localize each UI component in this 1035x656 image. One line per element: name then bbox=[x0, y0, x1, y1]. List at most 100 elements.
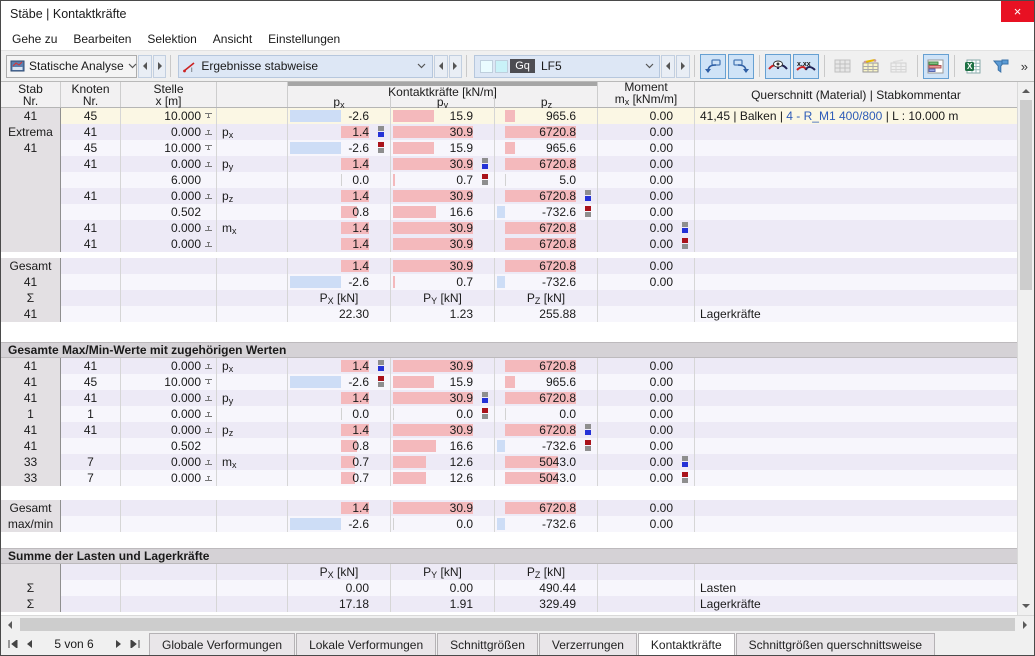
tab-schnittgroeßen[interactable]: Schnittgrößen bbox=[437, 633, 538, 655]
cell-stelle-x[interactable]: 0.000 bbox=[121, 454, 217, 470]
cell-stelle-x[interactable] bbox=[121, 290, 217, 306]
cell-knoten-nr[interactable]: 41 bbox=[61, 422, 121, 438]
loadcase-prev-button[interactable] bbox=[661, 54, 676, 78]
cell-px[interactable]: 1.4 bbox=[288, 358, 391, 374]
cell-px[interactable]: 1.4 bbox=[288, 258, 391, 274]
header-knoten-nr[interactable]: Knoten Nr. bbox=[61, 82, 121, 107]
cell-comment[interactable] bbox=[695, 516, 1017, 532]
cell-py[interactable]: 0.0 bbox=[391, 516, 495, 532]
chevron-down-icon[interactable] bbox=[415, 59, 429, 73]
cell-component-label[interactable] bbox=[217, 172, 288, 188]
cell-mx[interactable]: 0.00 bbox=[598, 454, 695, 470]
cell-component-label[interactable] bbox=[217, 516, 288, 532]
cell-comment[interactable]: Lagerkräfte bbox=[695, 306, 1017, 322]
cell-comment[interactable] bbox=[695, 204, 1017, 220]
cell-px[interactable]: 1.4 bbox=[288, 500, 391, 516]
cell-stab-nr[interactable]: 41 bbox=[1, 306, 61, 322]
cell-stelle-x[interactable]: 0.502 bbox=[121, 204, 217, 220]
cell-pz[interactable]: 6720.8 bbox=[495, 422, 598, 438]
cell-py[interactable]: 30.9 bbox=[391, 390, 495, 406]
cell-comment[interactable]: Lagerkräfte bbox=[695, 596, 1017, 612]
cell-component-label[interactable]: px bbox=[217, 124, 288, 140]
cell-py[interactable]: 1.91 bbox=[391, 596, 495, 612]
cell-stelle-x[interactable]: 0.000 bbox=[121, 406, 217, 422]
cell-stelle-x[interactable] bbox=[121, 274, 217, 290]
header-pz[interactable]: pz bbox=[495, 95, 598, 110]
cell-comment[interactable]: Lasten bbox=[695, 580, 1017, 596]
cell-stab-nr[interactable]: 41 bbox=[1, 358, 61, 374]
header-px[interactable]: px bbox=[288, 95, 391, 110]
cell-pz[interactable]: 965.6 bbox=[495, 140, 598, 156]
cell-pz[interactable]: 965.6 bbox=[495, 374, 598, 390]
cell-mx[interactable]: 0.00 bbox=[598, 156, 695, 172]
cell-mx[interactable] bbox=[598, 596, 695, 612]
cell-stab-nr[interactable]: Σ bbox=[1, 580, 61, 596]
cell-py[interactable]: 16.6 bbox=[391, 204, 495, 220]
cell-knoten-nr[interactable]: 7 bbox=[61, 454, 121, 470]
cell-stab-nr[interactable]: Σ bbox=[1, 290, 61, 306]
cell-stab-nr[interactable]: 41 bbox=[1, 274, 61, 290]
cell-mx[interactable]: 0.00 bbox=[598, 236, 695, 252]
cell-py[interactable]: 30.9 bbox=[391, 220, 495, 236]
cell-component-label[interactable] bbox=[217, 406, 288, 422]
cell-comment[interactable] bbox=[695, 156, 1017, 172]
cell-pz[interactable]: PZ [kN] bbox=[495, 290, 598, 306]
cell-px[interactable]: -2.6 bbox=[288, 140, 391, 156]
cell-mx[interactable]: 0.00 bbox=[598, 172, 695, 188]
cell-component-label[interactable] bbox=[217, 140, 288, 156]
cell-mx[interactable]: 0.00 bbox=[598, 258, 695, 274]
cell-pz[interactable]: 5043.0 bbox=[495, 470, 598, 486]
cell-component-label[interactable]: mx bbox=[217, 454, 288, 470]
cell-mx[interactable] bbox=[598, 306, 695, 322]
cell-stab-nr[interactable] bbox=[1, 236, 61, 252]
cell-knoten-nr[interactable] bbox=[61, 274, 121, 290]
cell-py[interactable]: 12.6 bbox=[391, 454, 495, 470]
cell-py[interactable]: PY [kN] bbox=[391, 564, 495, 580]
scroll-left-icon[interactable] bbox=[1, 616, 18, 633]
cell-stelle-x[interactable] bbox=[121, 258, 217, 274]
cell-py[interactable]: 30.9 bbox=[391, 188, 495, 204]
cell-pz[interactable]: -732.6 bbox=[495, 438, 598, 454]
cell-knoten-nr[interactable] bbox=[61, 500, 121, 516]
cell-knoten-nr[interactable]: 41 bbox=[61, 236, 121, 252]
cell-pz[interactable]: 6720.8 bbox=[495, 358, 598, 374]
cell-mx[interactable] bbox=[598, 290, 695, 306]
cell-component-label[interactable] bbox=[217, 374, 288, 390]
cell-px[interactable]: 0.7 bbox=[288, 454, 391, 470]
cell-mx[interactable]: 0.00 bbox=[598, 406, 695, 422]
cell-stab-nr[interactable]: 41 bbox=[1, 140, 61, 156]
cell-component-label[interactable] bbox=[217, 274, 288, 290]
cell-knoten-nr[interactable] bbox=[61, 290, 121, 306]
cell-knoten-nr[interactable] bbox=[61, 564, 121, 580]
cell-mx[interactable]: 0.00 bbox=[598, 516, 695, 532]
cell-stab-nr[interactable] bbox=[1, 204, 61, 220]
cell-component-label[interactable]: px bbox=[217, 358, 288, 374]
cell-knoten-nr[interactable]: 41 bbox=[61, 124, 121, 140]
cell-mx[interactable]: 0.00 bbox=[598, 274, 695, 290]
cell-stab-nr[interactable]: max/min bbox=[1, 516, 61, 532]
cell-pz[interactable]: 6720.8 bbox=[495, 390, 598, 406]
undo-button[interactable] bbox=[699, 53, 726, 79]
cell-component-label[interactable]: pz bbox=[217, 188, 288, 204]
cell-pz[interactable]: 6720.8 bbox=[495, 258, 598, 274]
cell-py[interactable]: 1.23 bbox=[391, 306, 495, 322]
cell-py[interactable]: 15.9 bbox=[391, 140, 495, 156]
cell-component-label[interactable] bbox=[217, 500, 288, 516]
cell-knoten-nr[interactable]: 41 bbox=[61, 220, 121, 236]
cell-py[interactable]: 15.9 bbox=[391, 374, 495, 390]
cell-stelle-x[interactable] bbox=[121, 596, 217, 612]
cell-comment[interactable] bbox=[695, 236, 1017, 252]
cell-knoten-nr[interactable]: 41 bbox=[61, 390, 121, 406]
cell-px[interactable]: 0.0 bbox=[288, 406, 391, 422]
cell-px[interactable]: PX [kN] bbox=[288, 564, 391, 580]
cell-knoten-nr[interactable] bbox=[61, 596, 121, 612]
cell-px[interactable]: 1.4 bbox=[288, 220, 391, 236]
cell-stelle-x[interactable]: 0.000 bbox=[121, 236, 217, 252]
cell-pz[interactable]: PZ [kN] bbox=[495, 564, 598, 580]
cell-py[interactable]: 30.9 bbox=[391, 422, 495, 438]
header-stelle-x[interactable]: Stelle x [m] bbox=[121, 82, 217, 107]
cell-pz[interactable]: 6720.8 bbox=[495, 124, 598, 140]
menu-item-ansicht[interactable]: Ansicht bbox=[205, 29, 260, 49]
cell-stelle-x[interactable]: 10.000 bbox=[121, 374, 217, 390]
cell-py[interactable]: 30.9 bbox=[391, 236, 495, 252]
